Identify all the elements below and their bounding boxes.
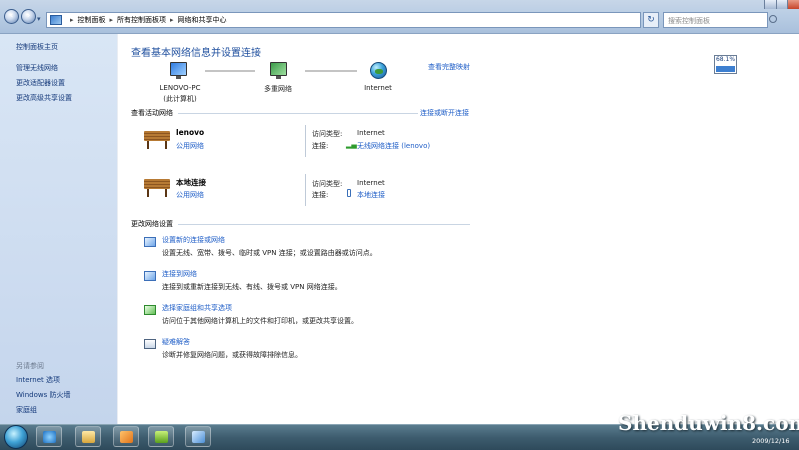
network-name: lenovo: [176, 128, 205, 137]
download-icon: [155, 431, 168, 443]
homegroup-icon[interactable]: [144, 305, 156, 315]
control-panel-icon: [50, 15, 62, 25]
public-network-bench-icon[interactable]: [144, 179, 170, 197]
ethernet-icon: [347, 189, 351, 197]
usage-meter[interactable]: 68.1%: [714, 55, 737, 74]
connection-label: 连接:: [312, 142, 329, 150]
maximize-button[interactable]: [775, 0, 788, 9]
task-homegroup-sharing[interactable]: 选择家庭组和共享选项: [162, 303, 232, 313]
internet-globe-icon[interactable]: [370, 62, 387, 79]
divider: [305, 174, 306, 206]
troubleshoot-icon[interactable]: [144, 339, 156, 349]
taskbar-media-button[interactable]: [113, 426, 139, 447]
control-panel-icon: [192, 431, 205, 443]
access-type-value: Internet: [357, 179, 385, 187]
clock-date[interactable]: 2009/12/16: [752, 437, 789, 445]
search-icon[interactable]: [769, 15, 777, 23]
main-content: [118, 34, 799, 424]
minimize-button[interactable]: [764, 0, 776, 9]
search-input[interactable]: 搜索控制面板: [663, 12, 768, 28]
ie-icon: [43, 431, 56, 443]
network-type-link[interactable]: 公用网络: [176, 141, 204, 151]
access-type-label: 访问类型:: [312, 130, 343, 138]
breadcrumb-separator-icon[interactable]: ▸: [110, 16, 114, 24]
address-bar[interactable]: ▸ 控制面板 ▸ 所有控制面板项 ▸ 网络和共享中心: [46, 12, 641, 28]
forward-button[interactable]: ›: [21, 9, 36, 24]
task-troubleshoot[interactable]: 疑难解答: [162, 337, 190, 347]
sidebar-item-adapter-settings[interactable]: 更改适配器设置: [16, 78, 65, 88]
section-divider: [178, 224, 470, 225]
breadcrumb-separator-icon[interactable]: ▸: [170, 16, 174, 24]
back-button[interactable]: ‹: [4, 9, 19, 24]
page-title: 查看基本网络信息并设置连接: [131, 48, 261, 59]
change-settings-heading: 更改网络设置: [131, 220, 173, 228]
sidebar-item-home[interactable]: 控制面板主页: [16, 42, 58, 52]
taskbar-download-button[interactable]: [148, 426, 174, 447]
breadcrumb-all-items[interactable]: 所有控制面板项: [117, 15, 166, 25]
sidebar-item-manage-wireless[interactable]: 管理无线网络: [16, 63, 58, 73]
connection-label: 连接:: [312, 191, 329, 199]
wireless-connection-link[interactable]: 无线网络连接 (lenovo): [357, 141, 430, 151]
map-line: [305, 70, 357, 72]
history-dropdown-icon[interactable]: ▾: [37, 15, 41, 23]
close-button[interactable]: [787, 0, 799, 9]
task-desc: 访问位于其他网络计算机上的文件和打印机，或更改共享设置。: [162, 317, 358, 325]
task-desc: 诊断并修复网络问题，或获得故障排除信息。: [162, 351, 302, 359]
sidebar-item-homegroup[interactable]: 家庭组: [16, 405, 37, 415]
wireless-signal-icon: ▂▄: [346, 141, 357, 149]
connect-network-icon[interactable]: [144, 271, 156, 281]
window-controls: [764, 0, 799, 9]
breadcrumb-network-center[interactable]: 网络和共享中心: [178, 15, 227, 25]
map-line: [205, 70, 255, 72]
computer-sub: (此计算机): [163, 95, 197, 103]
multiple-networks-icon[interactable]: [270, 62, 287, 79]
task-connect-network[interactable]: 连接到网络: [162, 269, 197, 279]
connect-disconnect-link[interactable]: 连接或断开连接: [420, 108, 469, 118]
taskbar-explorer-button[interactable]: [75, 426, 101, 447]
breadcrumb-control-panel[interactable]: 控制面板: [78, 15, 106, 25]
network-name: 本地连接: [176, 178, 206, 187]
folder-icon: [82, 431, 95, 443]
multiple-networks-label: 多重网络: [264, 85, 292, 93]
local-connection-link[interactable]: 本地连接: [357, 190, 385, 200]
sidebar-item-internet-options[interactable]: Internet 选项: [16, 375, 60, 385]
public-network-bench-icon[interactable]: [144, 131, 170, 149]
computer-name: LENOVO-PC: [159, 84, 201, 92]
new-connection-icon[interactable]: [144, 237, 156, 247]
see-also-heading: 另请参阅: [16, 362, 44, 370]
media-player-icon: [120, 431, 133, 443]
usage-meter-value: 68.1%: [715, 56, 736, 63]
access-type-label: 访问类型:: [312, 180, 343, 188]
sidebar-item-advanced-sharing[interactable]: 更改高级共享设置: [16, 93, 72, 103]
breadcrumb-separator-icon[interactable]: ▸: [70, 16, 74, 24]
computer-icon[interactable]: [170, 62, 187, 79]
access-type-value: Internet: [357, 129, 385, 137]
internet-label: Internet: [364, 84, 392, 92]
divider: [305, 125, 306, 157]
taskbar-network-center-button[interactable]: [185, 426, 211, 447]
view-full-map-link[interactable]: 查看完整映射: [428, 62, 470, 72]
task-desc: 连接到或重新连接到无线、有线、拨号或 VPN 网络连接。: [162, 283, 342, 291]
start-button[interactable]: [4, 425, 28, 449]
watermark: Shenduwin8.com: [618, 411, 799, 435]
taskbar-ie-button[interactable]: [36, 426, 62, 447]
refresh-icon[interactable]: ↻: [643, 12, 659, 28]
sidebar-item-firewall[interactable]: Windows 防火墙: [16, 390, 70, 400]
usage-meter-fill: [716, 65, 735, 72]
task-desc: 设置无线、宽带、拨号、临时或 VPN 连接；或设置路由器或访问点。: [162, 249, 377, 257]
active-networks-heading: 查看活动网络: [131, 109, 173, 117]
section-divider: [178, 113, 418, 114]
task-new-connection[interactable]: 设置新的连接或网络: [162, 235, 225, 245]
network-type-link[interactable]: 公用网络: [176, 190, 204, 200]
